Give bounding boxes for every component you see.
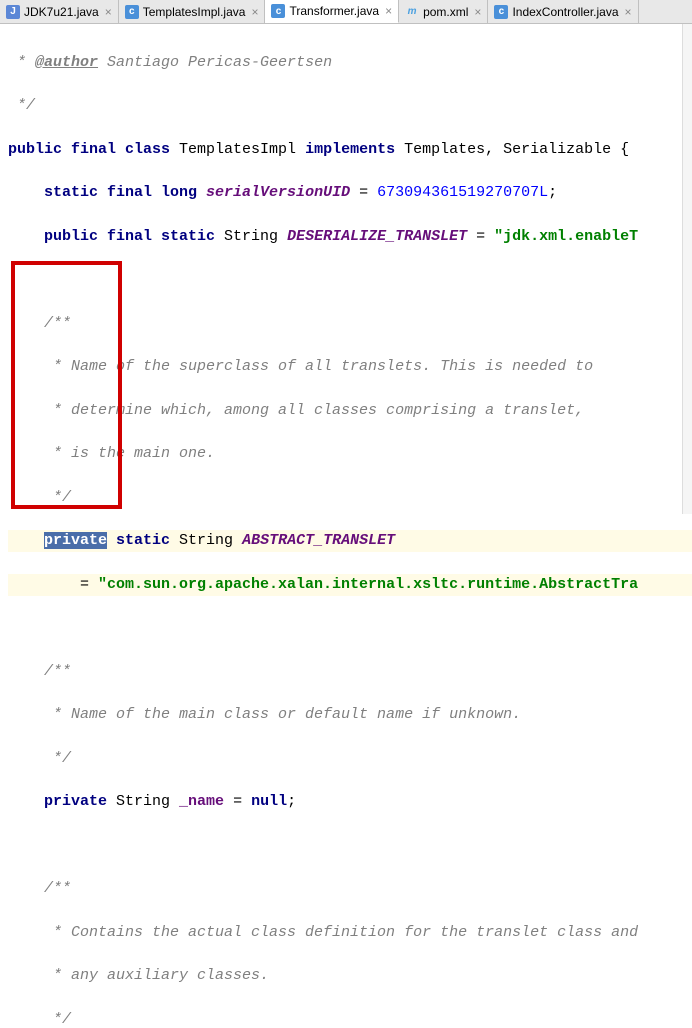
code-editor[interactable]: * @author Santiago Pericas-Geertsen */ p… [0,24,692,1028]
code-text: String [224,228,287,245]
selected-text: private [44,532,107,549]
code-text: null [251,793,287,810]
code-text: ABSTRACT_TRANSLET [242,532,395,549]
code-text: 673094361519270707L [377,184,548,201]
code-text: @author [35,54,98,71]
code-text: ; [548,184,557,201]
class-file-icon: c [125,5,139,19]
code-text: public final static [44,228,224,245]
code-text: */ [8,748,692,770]
code-text: Templates, Serializable { [404,141,629,158]
code-text: implements [305,141,404,158]
code-text: public final class [8,141,179,158]
code-text: DESERIALIZE_TRANSLET [287,228,467,245]
code-text: String [179,532,242,549]
java-file-icon: J [6,5,20,19]
tab-label: Transformer.java [289,4,379,18]
code-text: = [350,184,377,201]
tab-label: pom.xml [423,5,468,19]
tab-jdk7u21[interactable]: J JDK7u21.java × [0,0,119,23]
code-text: static [107,532,179,549]
tab-pom[interactable]: m pom.xml × [399,0,488,23]
tab-indexcontroller[interactable]: c IndexController.java × [488,0,638,23]
code-text: "com.sun.org.apache.xalan.internal.xsltc… [98,576,638,593]
close-icon[interactable]: × [251,5,258,19]
code-text [8,793,44,810]
right-gutter [682,24,692,514]
tab-label: TemplatesImpl.java [143,5,246,19]
code-text: * determine which, among all classes com… [8,400,692,422]
code-text: _name [179,793,224,810]
close-icon[interactable]: × [474,5,481,19]
code-text: String [116,793,179,810]
code-text: * Name of the superclass of all translet… [8,356,692,378]
code-text: Santiago Pericas-Geertsen [98,54,332,71]
code-text: * [8,54,35,71]
close-icon[interactable]: × [105,5,112,19]
code-text: * Name of the main class or default name… [8,704,692,726]
maven-file-icon: m [405,5,419,19]
code-text: = [224,793,251,810]
code-text: static final long [44,184,206,201]
class-file-icon: c [494,5,508,19]
tab-templatesimpl[interactable]: c TemplatesImpl.java × [119,0,266,23]
code-text: */ [8,1009,692,1028]
code-text: */ [8,487,692,509]
code-text: /** [8,661,692,683]
class-file-icon: c [271,4,285,18]
code-text [8,228,44,245]
code-text: /** [8,313,692,335]
code-text: "jdk.xml.enableT [494,228,638,245]
code-text: ; [287,793,296,810]
close-icon[interactable]: × [625,5,632,19]
code-text: */ [8,95,692,117]
code-text: * Contains the actual class definition f… [8,922,692,944]
code-text: * is the main one. [8,443,692,465]
code-text: = [8,576,98,593]
code-text: private [44,793,116,810]
tab-label: JDK7u21.java [24,5,99,19]
tab-transformer[interactable]: c Transformer.java × [265,0,399,23]
code-text: * any auxiliary classes. [8,965,692,987]
code-text: /** [8,878,692,900]
close-icon[interactable]: × [385,4,392,18]
code-text: TemplatesImpl [179,141,305,158]
code-text: = [467,228,494,245]
tab-bar: J JDK7u21.java × c TemplatesImpl.java × … [0,0,692,24]
code-text: serialVersionUID [206,184,350,201]
code-text [8,184,44,201]
tab-label: IndexController.java [512,5,618,19]
